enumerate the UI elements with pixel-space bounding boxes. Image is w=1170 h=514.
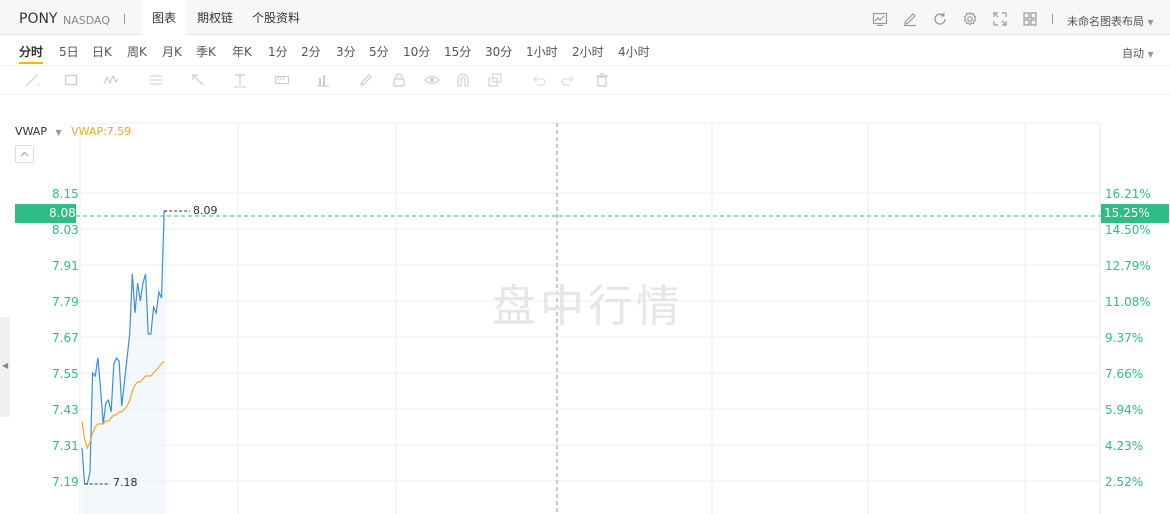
divider (124, 14, 125, 24)
watermark: 盘中行情 (492, 281, 684, 332)
interval-intraday[interactable]: 分时 (19, 43, 43, 60)
price-tick: 7.67 (52, 331, 79, 345)
layout-name-dropdown[interactable]: 未命名图表布局 ▼ (1067, 13, 1154, 29)
interval-year[interactable]: 年K (232, 43, 252, 60)
interval-day[interactable]: 日K (92, 43, 112, 60)
high-price-label: 8.09 (193, 204, 218, 217)
refresh-icon[interactable] (932, 11, 948, 27)
price-tick: 7.19 (52, 475, 79, 489)
price-chart[interactable]: VWAP ▼ VWAP:7.59 盘中行情 ◀ 8.15 8.03 7.91 7… (0, 95, 1170, 514)
exchange-label: NASDAQ (63, 14, 111, 27)
interval-2h[interactable]: 2小时 (572, 43, 604, 60)
indicator-value: VWAP:7.59 (71, 125, 132, 138)
indicator-name[interactable]: VWAP (15, 125, 47, 138)
ticker-symbol[interactable]: PONY (19, 11, 58, 27)
interval-30m[interactable]: 30分 (485, 43, 512, 60)
layout-name-label: 未命名图表布局 (1067, 15, 1144, 28)
chevron-down-icon: ▼ (1147, 50, 1154, 59)
current-percent-tag: 15.25% (1101, 204, 1169, 223)
tab-stock-profile[interactable]: 个股资料 (246, 0, 306, 35)
rectangle-tool-icon[interactable] (63, 72, 79, 88)
price-tick: 8.15 (52, 187, 79, 201)
current-price-tag: 8.08 (15, 204, 76, 223)
redo-icon[interactable] (560, 72, 576, 88)
price-tick: 7.79 (52, 295, 79, 309)
chevron-up-icon (20, 151, 29, 157)
interval-month[interactable]: 月K (162, 43, 182, 60)
price-tick: 7.91 (52, 259, 79, 273)
group-icon[interactable] (487, 72, 503, 88)
percent-tick: 12.79% (1105, 259, 1151, 273)
low-price-label: 7.18 (113, 476, 138, 489)
chart-app: PONY NASDAQ 图表 期权链 个股资料 未命名图表布局 ▼ 分时 5日 … (0, 0, 1170, 514)
arrow-tool-icon[interactable] (190, 72, 206, 88)
interval-1m[interactable]: 1分 (268, 43, 288, 60)
tab-options-chain[interactable]: 期权链 (190, 0, 240, 35)
tab-chart[interactable]: 图表 (142, 0, 186, 35)
bar-stats-tool-icon[interactable] (315, 72, 331, 88)
undo-icon[interactable] (531, 72, 547, 88)
settings-gear-icon[interactable] (962, 11, 978, 27)
percent-tick: 5.94% (1105, 403, 1144, 417)
percent-tick: 16.21% (1105, 187, 1151, 201)
indicator-chart-icon[interactable] (872, 11, 888, 27)
indicator-legend[interactable]: VWAP ▼ VWAP:7.59 (15, 125, 131, 138)
percent-tick: 4.23% (1105, 439, 1144, 453)
active-interval-indicator (19, 62, 43, 64)
percent-tick: 7.66% (1105, 367, 1144, 381)
divider (1052, 14, 1053, 24)
eye-icon[interactable] (424, 72, 440, 88)
price-area-fill (82, 211, 167, 514)
price-tick: 7.31 (52, 439, 79, 453)
interval-5m[interactable]: 5分 (369, 43, 389, 60)
measure-tool-icon[interactable] (274, 72, 290, 88)
text-tool-icon[interactable] (232, 72, 248, 88)
interval-4h[interactable]: 4小时 (618, 43, 650, 60)
interval-week[interactable]: 周K (127, 43, 147, 60)
interval-5d[interactable]: 5日 (59, 43, 79, 60)
pen-tool-icon[interactable] (358, 72, 374, 88)
collapse-legend-button[interactable] (15, 145, 34, 163)
trend-line-tool-icon[interactable] (24, 72, 40, 88)
interval-1h[interactable]: 1小时 (526, 43, 558, 60)
interval-15m[interactable]: 15分 (444, 43, 471, 60)
interval-3m[interactable]: 3分 (336, 43, 356, 60)
edit-icon[interactable] (902, 11, 918, 27)
percent-tick: 9.37% (1105, 331, 1144, 345)
side-panel-toggle[interactable]: ◀ (0, 317, 10, 417)
delete-icon[interactable] (594, 72, 610, 88)
fibonacci-tool-icon[interactable] (148, 72, 164, 88)
chevron-down-icon: ▼ (1147, 18, 1154, 27)
lock-icon[interactable] (391, 72, 407, 88)
interval-bar: 分时 5日 日K 周K 月K 季K 年K 1分 2分 3分 5分 10分 15分… (0, 35, 1170, 66)
chart-header: PONY NASDAQ 图表 期权链 个股资料 未命名图表布局 ▼ (0, 0, 1170, 35)
scale-mode-dropdown[interactable]: 自动 ▼ (1122, 45, 1154, 61)
layout-grid-icon[interactable] (1022, 11, 1038, 27)
scale-mode-label: 自动 (1122, 47, 1144, 60)
pattern-tool-icon[interactable] (103, 72, 119, 88)
chevron-down-icon[interactable]: ▼ (55, 128, 61, 137)
price-tick: 7.43 (52, 403, 79, 417)
percent-tick: 2.52% (1105, 475, 1144, 489)
interval-quarter[interactable]: 季K (196, 43, 216, 60)
percent-tick: 11.08% (1105, 295, 1151, 309)
price-tick: 7.55 (52, 367, 79, 381)
interval-10m[interactable]: 10分 (403, 43, 430, 60)
percent-tick: 14.50% (1105, 223, 1151, 237)
price-tick: 8.03 (52, 223, 79, 237)
magnet-icon[interactable] (455, 72, 471, 88)
drawing-toolbar (0, 66, 1170, 95)
interval-2m[interactable]: 2分 (301, 43, 321, 60)
fullscreen-icon[interactable] (992, 11, 1008, 27)
caret-left-icon: ◀ (2, 361, 9, 370)
